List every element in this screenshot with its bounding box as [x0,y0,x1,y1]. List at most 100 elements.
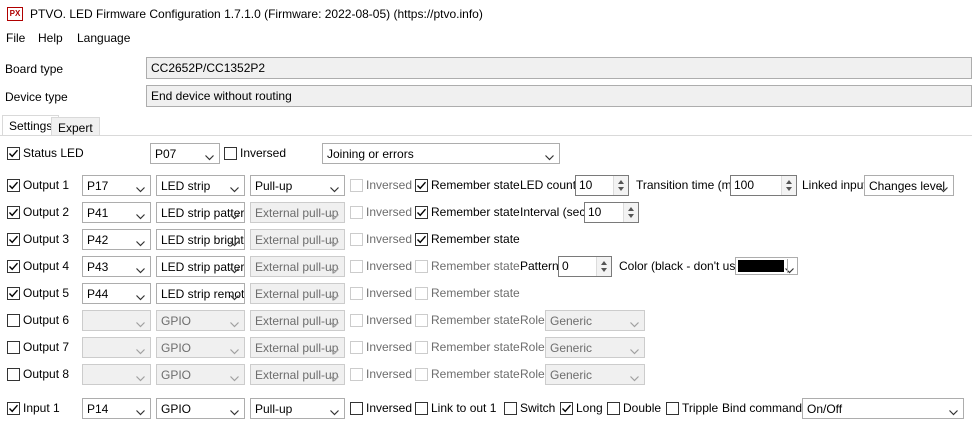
output-5-pull-select[interactable]: External pull-up [250,283,345,304]
output-6-remember-checkbox[interactable] [415,314,428,327]
output-2-checkbox[interactable] [7,206,20,219]
input-1-type-select[interactable]: GPIO [156,398,245,419]
status-led-checkbox[interactable] [7,147,20,160]
output-1-checkbox[interactable] [7,179,20,192]
input-1-inversed-checkbox[interactable] [350,402,363,415]
output-7-role-select[interactable]: Generic [545,337,645,358]
output-7-remember-checkbox[interactable] [415,341,428,354]
output-2-pin-select[interactable]: P41 [82,202,151,223]
chevron-down-icon [230,371,239,384]
output-8-type-select[interactable]: GPIO [156,364,245,385]
output-3-inversed-checkbox[interactable] [350,233,363,246]
device-type-field[interactable]: End device without routing [146,85,972,107]
output-3-pull-select[interactable]: External pull-up [250,229,345,250]
output-4-pull-select[interactable]: External pull-up [250,256,345,277]
linked-input-select[interactable]: Changes level [864,175,954,196]
output-5-pull-select-value: External pull-up [255,287,339,301]
output-6-checkbox[interactable] [7,314,20,327]
output-4-checkbox[interactable] [7,260,20,273]
transition-time-stepper[interactable]: 100 [730,175,797,196]
status-led-inversed-checkbox[interactable] [224,147,237,160]
spin-arrows-icon[interactable] [613,176,628,195]
input-1-checkbox[interactable] [7,402,20,415]
output-5-inversed-checkbox[interactable] [350,287,363,300]
output-7-pin-select[interactable] [82,337,151,358]
output-6-pull-select[interactable]: External pull-up [250,310,345,331]
output-4-remember-checkbox[interactable] [415,260,428,273]
output-8-pin-select[interactable] [82,364,151,385]
output-1-remember-checkbox[interactable] [415,179,428,192]
linked-input-label: Linked input [802,178,867,192]
spin-arrows-icon[interactable] [596,257,611,276]
output-4-pin-select[interactable]: P43 [82,256,151,277]
output-4-type-select[interactable]: LED strip pattern [156,256,245,277]
output-5-label: Output 5 [23,286,70,300]
output-7-inversed-checkbox[interactable] [350,341,363,354]
output-8-role-select[interactable]: Generic [545,364,645,385]
output-8-inversed-checkbox[interactable] [350,368,363,381]
input-1-label: Input 1 [23,401,60,415]
pattern-stepper[interactable]: 0 [558,256,612,277]
chevron-down-icon [330,317,339,330]
input-1-long-checkbox[interactable] [560,402,573,415]
output-2-remember-checkbox[interactable] [415,206,428,219]
input-1-tripple-label: Tripple [682,401,719,415]
output-4-inversed-checkbox[interactable] [350,260,363,273]
output-5-pin-select[interactable]: P44 [82,283,151,304]
output-5-checkbox[interactable] [7,287,20,300]
menu-file[interactable]: File [6,31,25,45]
output-8-checkbox[interactable] [7,368,20,381]
tab-expert[interactable]: Expert [51,117,100,136]
output-3-remember-checkbox[interactable] [415,233,428,246]
output-6-label: Output 6 [23,313,70,327]
menu-language[interactable]: Language [77,31,130,45]
input-1-pin-select[interactable]: P14 [82,398,151,419]
transition-time-stepper-value: 100 [734,178,755,192]
title-bar: PX PTVO. LED Firmware Configuration 1.7.… [0,0,972,28]
output-1-pull-select[interactable]: Pull-up [250,175,345,196]
led-count-stepper[interactable]: 10 [575,175,629,196]
output-7-pull-select[interactable]: External pull-up [250,337,345,358]
output-6-type-select[interactable]: GPIO [156,310,245,331]
spin-arrows-icon[interactable] [781,176,796,195]
output-8-remember-checkbox[interactable] [415,368,428,381]
output-2-inversed-checkbox[interactable] [350,206,363,219]
output-4-pin-select-value: P43 [87,260,109,274]
input-1-switch-checkbox[interactable] [504,402,517,415]
input-1-link-checkbox[interactable] [415,402,428,415]
output-2-type-select[interactable]: LED strip pattern [156,202,245,223]
pattern-label: Pattern [520,259,559,273]
output-7-type-select[interactable]: GPIO [156,337,245,358]
output-1-inversed-label: Inversed [366,178,413,192]
input-1-double-checkbox[interactable] [607,402,620,415]
output-3-pin-select[interactable]: P42 [82,229,151,250]
interval-stepper[interactable]: 10 [584,202,639,223]
output-5-type-select[interactable]: LED strip remote [156,283,245,304]
color-swatch [738,260,784,272]
output-6-pin-select[interactable] [82,310,151,331]
chevron-down-icon [136,182,145,195]
input-1-tripple-checkbox[interactable] [666,402,679,415]
status-led-mode-select[interactable]: Joining or errors [322,143,560,164]
color-picker[interactable] [735,257,798,275]
input-1-pull-select[interactable]: Pull-up [250,398,345,419]
output-1-type-select[interactable]: LED strip [156,175,245,196]
spin-arrows-icon[interactable] [623,203,638,222]
menu-help[interactable]: Help [38,31,63,45]
chevron-down-icon [330,344,339,357]
input-1-bind-select[interactable]: On/Off [802,398,964,419]
output-6-inversed-checkbox[interactable] [350,314,363,327]
output-6-role-select[interactable]: Generic [545,310,645,331]
output-3-checkbox[interactable] [7,233,20,246]
output-3-type-select[interactable]: LED strip brightness [156,229,245,250]
output-1-pin-select[interactable]: P17 [82,175,151,196]
output-8-pull-select[interactable]: External pull-up [250,364,345,385]
chevron-down-icon [136,209,145,222]
output-7-checkbox[interactable] [7,341,20,354]
board-type-field[interactable]: CC2652P/CC1352P2 [146,57,972,79]
status-led-pin-select[interactable]: P07 [150,143,220,164]
output-1-inversed-checkbox[interactable] [350,179,363,192]
output-2-pull-select[interactable]: External pull-up [250,202,345,223]
output-5-remember-checkbox[interactable] [415,287,428,300]
chevron-down-icon [330,371,339,384]
